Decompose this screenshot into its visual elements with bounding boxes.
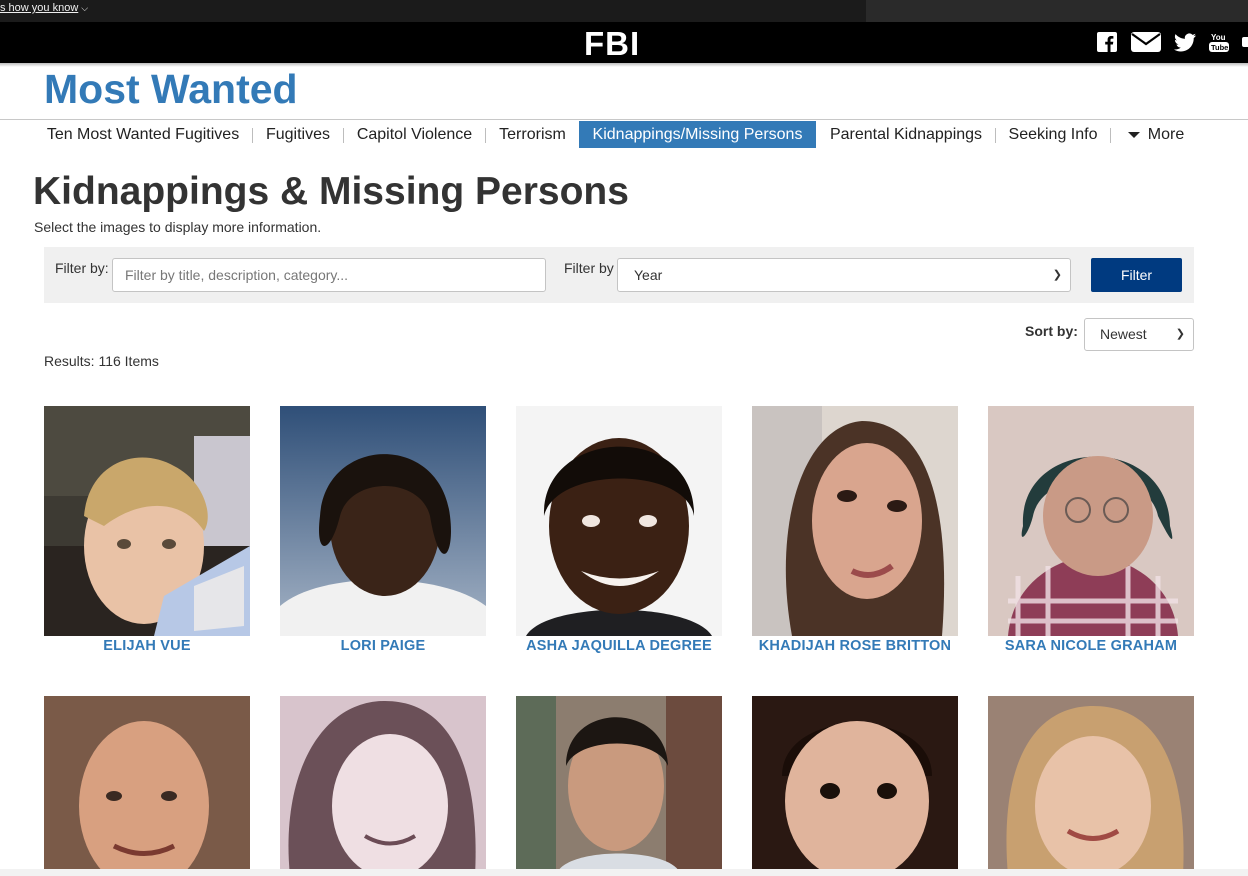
gov-banner-right [866, 0, 1248, 22]
nav-item-parental-kidnappings[interactable]: Parental Kidnappings [822, 121, 990, 148]
nav-item-fugitives[interactable]: Fugitives [258, 121, 338, 148]
site-title[interactable]: Most Wanted [44, 66, 298, 113]
how-you-know-link[interactable]: s how you know ⌵ [0, 2, 88, 14]
chevron-down-icon: ⌵ [81, 3, 89, 13]
social-links: You Tube [1096, 30, 1248, 54]
person-name[interactable]: LORI PAIGE [270, 638, 496, 654]
sort-select[interactable]: Newest ❯ [1084, 318, 1194, 351]
svg-text:You: You [1211, 33, 1226, 42]
person-photo[interactable] [752, 696, 958, 876]
bottom-scroll-strip [0, 869, 1248, 876]
nav-item-more[interactable]: More [1120, 121, 1192, 148]
nav-divider [1110, 128, 1111, 143]
fbi-logo[interactable]: FBI [584, 25, 640, 63]
person-name[interactable]: ELIJAH VUE [34, 638, 260, 654]
person-photo[interactable] [44, 696, 250, 876]
nav-divider [343, 128, 344, 143]
main-nav: Ten Most Wanted Fugitives Fugitives Capi… [0, 119, 1248, 150]
nav-item-terrorism[interactable]: Terrorism [491, 121, 574, 148]
person-name[interactable]: KHADIJAH ROSE BRITTON [742, 638, 968, 654]
person-photo[interactable] [516, 696, 722, 876]
person-name[interactable]: SARA NICOLE GRAHAM [978, 638, 1204, 654]
person-photo[interactable] [988, 696, 1194, 876]
twitter-icon[interactable] [1174, 31, 1196, 53]
page-title: Kidnappings & Missing Persons [33, 170, 629, 213]
nav-divider [252, 128, 253, 143]
chevron-down-icon: ❯ [1175, 328, 1185, 340]
person-photo[interactable] [752, 406, 958, 636]
person-photo[interactable] [988, 406, 1194, 636]
facebook-icon[interactable] [1096, 31, 1118, 53]
nav-more-label: More [1147, 126, 1185, 143]
person-photo[interactable] [280, 406, 486, 636]
email-icon[interactable] [1130, 31, 1162, 53]
svg-text:Tube: Tube [1211, 43, 1228, 52]
nav-divider [995, 128, 996, 143]
person-name[interactable]: ASHA JAQUILLA DEGREE [506, 638, 732, 654]
nav-item-kidnappings[interactable]: Kidnappings/Missing Persons [579, 121, 816, 148]
nav-item-ten-most-wanted[interactable]: Ten Most Wanted Fugitives [38, 121, 248, 148]
nav-divider [485, 128, 486, 143]
person-photo[interactable] [44, 406, 250, 636]
caret-down-icon [1127, 131, 1140, 138]
year-filter-select[interactable]: Year ❯ [617, 258, 1071, 292]
instagram-icon[interactable] [1242, 31, 1248, 53]
page-subtitle: Select the images to display more inform… [34, 219, 322, 235]
year-filter-label: Filter by [564, 260, 614, 276]
text-filter-input[interactable]: Filter by title, description, category..… [112, 258, 546, 292]
sort-label: Sort by: [1025, 323, 1078, 339]
fbi-header: FBI You Tube [0, 22, 1248, 63]
year-filter-value: Year [634, 267, 663, 283]
filter-button[interactable]: Filter [1091, 258, 1182, 292]
gov-banner: s how you know ⌵ [0, 0, 1248, 22]
nav-item-seeking-info[interactable]: Seeking Info [1001, 121, 1105, 148]
sort-value: Newest [1100, 326, 1147, 342]
text-filter-label: Filter by: [55, 260, 109, 276]
youtube-icon[interactable]: You Tube [1208, 31, 1230, 53]
person-photo[interactable] [280, 696, 486, 876]
person-photo[interactable] [516, 406, 722, 636]
chevron-down-icon: ❯ [1052, 269, 1062, 281]
results-count: Results: 116 Items [44, 353, 159, 369]
nav-item-capitol-violence[interactable]: Capitol Violence [349, 121, 480, 148]
